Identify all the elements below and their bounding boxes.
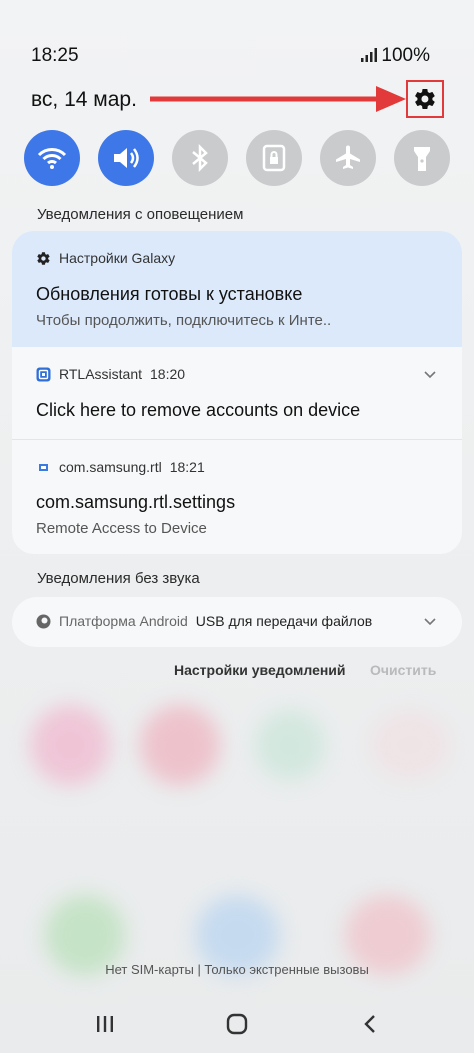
airplane-mode-tile[interactable]: [320, 130, 376, 186]
notification-title: Click here to remove accounts on device: [36, 400, 361, 420]
airplane-icon: [336, 145, 360, 169]
notification-header: RTLAssistant 18:20: [36, 366, 185, 382]
annotation-arrow: [150, 86, 406, 112]
bluetooth-icon: [192, 144, 208, 172]
notification-samsung-rtl[interactable]: com.samsung.rtl 18:21 com.samsung.rtl.se…: [12, 440, 462, 554]
notification-galaxy-settings[interactable]: Настройки Galaxy Обновления готовы к уст…: [12, 231, 462, 347]
notification-time: 18:21: [169, 459, 205, 475]
home-button[interactable]: [222, 1012, 252, 1036]
notification-android-platform[interactable]: Платформа Android USB для передачи файло…: [12, 597, 462, 647]
clear-button[interactable]: Очистить: [370, 662, 436, 678]
rtlassistant-app-icon: [36, 367, 51, 381]
notification-time: 18:20: [150, 366, 186, 382]
navigation-bar: [0, 1000, 474, 1050]
blurred-app-icon: [140, 705, 220, 785]
samsung-rtl-app-icon: [39, 463, 48, 471]
notification-title: com.samsung.rtl.settings: [36, 492, 236, 512]
recent-apps-icon: [97, 1016, 113, 1032]
notification-app-name: Настройки Galaxy: [59, 250, 176, 266]
notification-app-name: com.samsung.rtl: [59, 459, 162, 475]
notification-settings-button[interactable]: Настройки уведомлений: [174, 662, 346, 678]
chevron-down-icon[interactable]: [424, 618, 436, 626]
notification-title: Обновления готовы к установке: [36, 284, 303, 304]
notification-app-name: RTLAssistant: [59, 366, 142, 382]
sound-icon: [114, 148, 139, 168]
notification-header: com.samsung.rtl 18:21: [36, 459, 205, 475]
sound-tile[interactable]: [98, 130, 154, 186]
rotation-lock-icon: [262, 144, 286, 172]
signal-icon: [361, 48, 377, 62]
sim-status-text: Нет SIM-карты | Только экстренные вызовы: [105, 962, 369, 977]
date-label: вс, 14 мар.: [31, 88, 137, 111]
notification-header: Настройки Galaxy: [36, 250, 175, 266]
settings-button[interactable]: [406, 80, 444, 118]
flashlight-icon: [414, 147, 430, 171]
alerting-notifications-card: Настройки Galaxy Обновления готовы к уст…: [12, 231, 462, 554]
quick-settings-row: [24, 130, 454, 186]
gear-icon: [415, 88, 435, 110]
wifi-icon: [37, 148, 67, 169]
notification-body: Чтобы продолжить, подключитесь к Инте..: [36, 312, 332, 329]
status-bar: 18:25 100%: [0, 0, 474, 66]
notification-text: USB для передачи файлов: [195, 613, 373, 629]
bluetooth-tile[interactable]: [172, 130, 228, 186]
notification-header: Платформа Android USB для передачи файло…: [36, 613, 372, 629]
home-icon: [226, 1013, 248, 1035]
back-button[interactable]: [355, 1012, 385, 1036]
blurred-app-icon: [255, 710, 325, 780]
back-icon: [364, 1015, 375, 1033]
silent-section-label: Уведомления без звука: [37, 570, 200, 587]
notification-app-name: Платформа Android: [59, 613, 188, 629]
status-time: 18:25: [31, 45, 79, 66]
chevron-down-icon[interactable]: [424, 371, 436, 379]
blurred-app-icon: [370, 710, 450, 780]
flashlight-tile[interactable]: [394, 130, 450, 186]
android-platform-icon: [36, 614, 51, 628]
battery-level: 100%: [381, 45, 430, 66]
notification-rtlassistant[interactable]: RTLAssistant 18:20 Click here to remove …: [12, 347, 462, 439]
blurred-app-icon: [30, 705, 110, 785]
recent-apps-button[interactable]: [90, 1012, 120, 1036]
rotation-lock-tile[interactable]: [246, 130, 302, 186]
gear-icon: [37, 251, 50, 265]
notification-body: Remote Access to Device: [36, 520, 207, 537]
alerting-section-label: Уведомления с оповещением: [37, 206, 244, 223]
wifi-tile[interactable]: [24, 130, 80, 186]
